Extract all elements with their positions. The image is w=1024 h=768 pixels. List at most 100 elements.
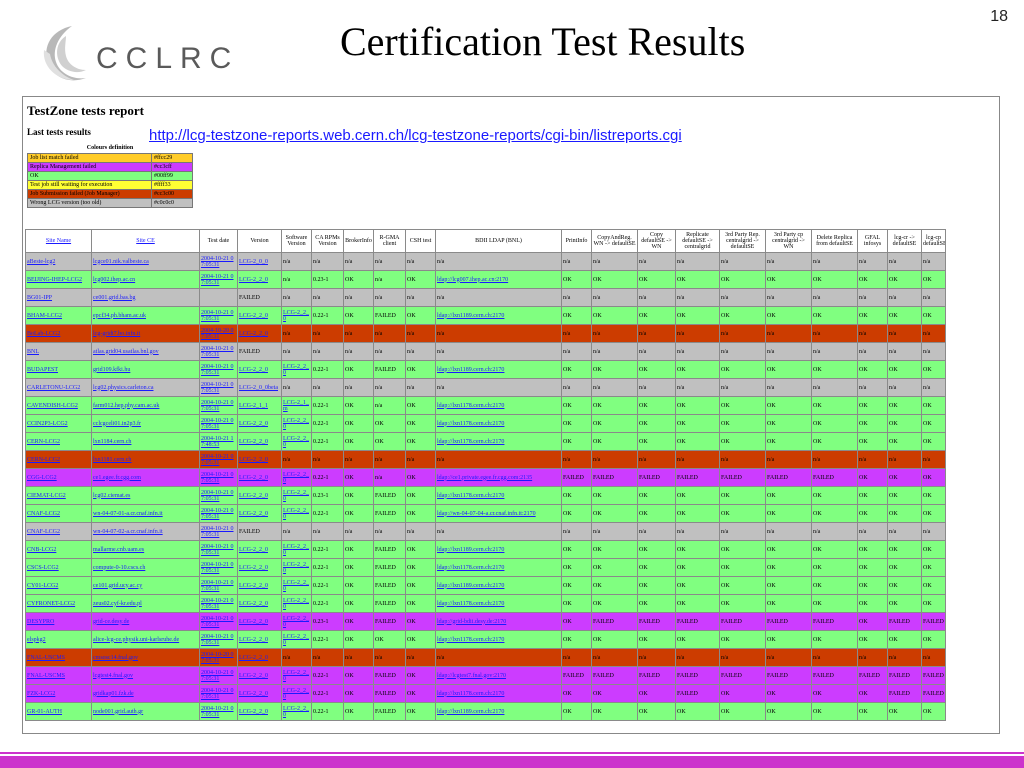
table-cell[interactable]: LCG-2_2_0 — [281, 558, 312, 577]
table-cell[interactable]: FZK-LCG2 — [25, 684, 92, 703]
column-header-link[interactable]: Site Name — [46, 238, 71, 244]
table-cell[interactable]: LCG-2_2_0 — [281, 360, 312, 379]
table-cell[interactable]: LCG-2_2_0 — [237, 540, 282, 559]
table-cell[interactable]: CAVENDISH-LCG2 — [25, 396, 92, 415]
table-cell[interactable]: grid109.kfki.hu — [91, 360, 200, 379]
table-cell[interactable]: BG01-IPP — [25, 288, 92, 307]
table-cell[interactable]: 2004-10-21 07:05:31 — [199, 360, 238, 379]
table-cell[interactable]: 2004-10-21 07:05:31 — [199, 504, 238, 523]
table-cell[interactable]: CARLETONU-LCG2 — [25, 378, 92, 397]
table-cell[interactable]: BHAM-LCG2 — [25, 306, 92, 325]
table-cell[interactable]: 2004-10-21 07:05:31 — [199, 576, 238, 595]
report-url-link[interactable]: http://lcg-testzone-reports.web.cern.ch/… — [149, 127, 682, 144]
table-cell[interactable]: LCG-2_2_0 — [237, 306, 282, 325]
table-cell[interactable]: LCG-2_2_0 — [237, 324, 282, 343]
table-cell[interactable]: LCG-2_2_0 — [237, 432, 282, 451]
table-cell[interactable]: ldap://lxn1189.cern.ch:2170 — [435, 306, 562, 325]
table-cell[interactable]: 2004-10-21 07:05:31 — [199, 378, 238, 397]
table-cell[interactable]: CNAF-LCG2 — [25, 504, 92, 523]
table-cell[interactable]: BNL — [25, 342, 92, 361]
table-cell[interactable]: FNAL-USCMS — [25, 666, 92, 685]
table-cell[interactable]: GR-01-AUTH — [25, 702, 92, 721]
table-cell[interactable]: 2004-10-21 07:05:31 — [199, 450, 238, 469]
table-cell[interactable]: grid-ce.desy.de — [91, 612, 200, 631]
table-cell[interactable]: LCG-2_2_0 — [281, 666, 312, 685]
table-cell[interactable]: LCG-2_0_0 — [237, 252, 282, 271]
table-cell[interactable]: CSCS-LCG2 — [25, 558, 92, 577]
table-cell[interactable]: CNAF-LCG2 — [25, 522, 92, 541]
table-cell[interactable]: 2004-10-21 07:05:31 — [199, 630, 238, 649]
table-cell[interactable]: LCG-2_2_0 — [281, 432, 312, 451]
table-cell[interactable]: 2004-10-21 07:05:31 — [199, 342, 238, 361]
table-cell[interactable]: 2004-10-21 17:48:53 — [199, 432, 238, 451]
table-cell[interactable]: 2004-10-21 07:05:31 — [199, 414, 238, 433]
table-cell[interactable]: cclcgceli01.in2p3.fr — [91, 414, 200, 433]
table-cell[interactable]: BUDAPEST — [25, 360, 92, 379]
table-cell[interactable]: LCG-2_2_0 — [237, 594, 282, 613]
table-cell[interactable]: lcgce01.nik.valbeste.ca — [91, 252, 200, 271]
table-cell[interactable]: epcf34.ph.bham.ac.uk — [91, 306, 200, 325]
table-cell[interactable]: LCG-2_2_0 — [281, 468, 312, 487]
table-cell[interactable]: ldap://lxn1178.cern.ch:2170 — [435, 684, 562, 703]
table-cell[interactable]: ldap://lxn1178.cern.ch:2170 — [435, 486, 562, 505]
table-cell[interactable]: LCG-2_2_0 — [281, 702, 312, 721]
table-cell[interactable]: ldap://lxn1189.cern.ch:2170 — [435, 702, 562, 721]
table-cell[interactable]: wn-04-07-01-a.cr.cnaf.infn.it — [91, 504, 200, 523]
table-cell[interactable]: LCG-2_2_0 — [237, 468, 282, 487]
table-cell[interactable]: ldap://lxn1178.cern.ch:2170 — [435, 432, 562, 451]
table-cell[interactable]: ldap://lxn1178.cern.ch:2170 — [435, 396, 562, 415]
table-cell[interactable]: 2004-10-21 07:05:31 — [199, 540, 238, 559]
table-cell[interactable]: 2004-10-21 07:05:31 — [199, 594, 238, 613]
table-cell[interactable]: LCG-2_2_0 — [281, 504, 312, 523]
table-cell[interactable]: cmsosc14.fnal.gov — [91, 648, 200, 667]
table-cell[interactable]: node001.grid.auth.gr — [91, 702, 200, 721]
table-cell[interactable]: BoLab-LCG2 — [25, 324, 92, 343]
table-cell[interactable]: LCG-2_2_0 — [237, 486, 282, 505]
table-cell[interactable]: CIEMAT-LCG2 — [25, 486, 92, 505]
table-cell[interactable]: LCG-2_2_0 — [281, 630, 312, 649]
table-cell[interactable]: lcg02.ciemat.es — [91, 486, 200, 505]
table-cell[interactable]: lcgtest4.fnal.gov — [91, 666, 200, 685]
table-cell[interactable]: ldap://lcgtest7.fnal.gov:2170 — [435, 666, 562, 685]
table-cell[interactable]: LCG-2_2_0 — [237, 684, 282, 703]
column-header[interactable]: Site CE — [91, 229, 200, 253]
table-cell[interactable]: 2004-10-21 07:05:31 — [199, 468, 238, 487]
table-cell[interactable]: DESYPRO — [25, 612, 92, 631]
table-cell[interactable]: LCG-2_2_0 — [237, 612, 282, 631]
table-cell[interactable]: lcg002.ihep.ac.cn — [91, 270, 200, 289]
table-cell[interactable]: 2004-10-21 07:05:31 — [199, 252, 238, 271]
table-cell[interactable]: ldap://lxn1189.cern.ch:2170 — [435, 540, 562, 559]
table-cell[interactable]: CERN-LCG2 — [25, 450, 92, 469]
table-cell[interactable]: ce101.grid.ucy.ac.cy — [91, 576, 200, 595]
table-cell[interactable]: LCG-2_2_0 — [237, 666, 282, 685]
table-cell[interactable]: ldap://ce1.private.egee.fr.cgg.com:2135 — [435, 468, 562, 487]
table-cell[interactable]: 2004-10-21 07:05:31 — [199, 270, 238, 289]
table-cell[interactable]: LCG-2_1_m — [281, 396, 312, 415]
table-cell[interactable]: LCG-2_2_0 — [281, 594, 312, 613]
table-cell[interactable]: ldap://lcg007.ihep.ac.cn:2170 — [435, 270, 562, 289]
table-cell[interactable]: LCG-2_2_0 — [237, 414, 282, 433]
table-cell[interactable]: 2004-10-21 07:05:31 — [199, 306, 238, 325]
table-cell[interactable]: 2004-10-20 07:05:31 — [199, 648, 238, 667]
table-cell[interactable]: ldap://lxn1178.cern.ch:2170 — [435, 630, 562, 649]
table-cell[interactable]: LCG-2_0_0beta — [237, 378, 282, 397]
column-header[interactable]: Site Name — [25, 229, 92, 253]
table-cell[interactable]: CGG-LCG2 — [25, 468, 92, 487]
table-cell[interactable]: lxn1184.cern.ch — [91, 432, 200, 451]
table-cell[interactable]: LCG-2_2_0 — [237, 504, 282, 523]
table-cell[interactable]: LCG-2_2_0 — [237, 360, 282, 379]
table-cell[interactable]: compute-0-10.cscs.ch — [91, 558, 200, 577]
table-cell[interactable]: ce1.egee.fr.cgg.com — [91, 468, 200, 487]
table-cell[interactable]: LCG-2_2_0 — [237, 450, 282, 469]
table-cell[interactable]: ldap://wn-04-07-04-a.cr.cnaf.infn.it:217… — [435, 504, 562, 523]
table-cell[interactable]: lxn1181.cern.ch — [91, 450, 200, 469]
table-cell[interactable]: 2004-10-21 07:05:31 — [199, 486, 238, 505]
table-cell[interactable]: wn-04-07-02-a.cr.cnaf.infn.it — [91, 522, 200, 541]
column-header-link[interactable]: Site CE — [136, 238, 155, 244]
table-cell[interactable]: 2004-10-21 07:05:31 — [199, 702, 238, 721]
table-cell[interactable]: 2004-10-21 07:05:31 — [199, 396, 238, 415]
table-cell[interactable]: ldap://lxn1178.cern.ch:2170 — [435, 594, 562, 613]
table-cell[interactable]: LCG-2_2_0 — [281, 684, 312, 703]
table-cell[interactable]: LCG-2_2_0 — [237, 630, 282, 649]
table-cell[interactable]: LCG-2_1_1 — [237, 396, 282, 415]
